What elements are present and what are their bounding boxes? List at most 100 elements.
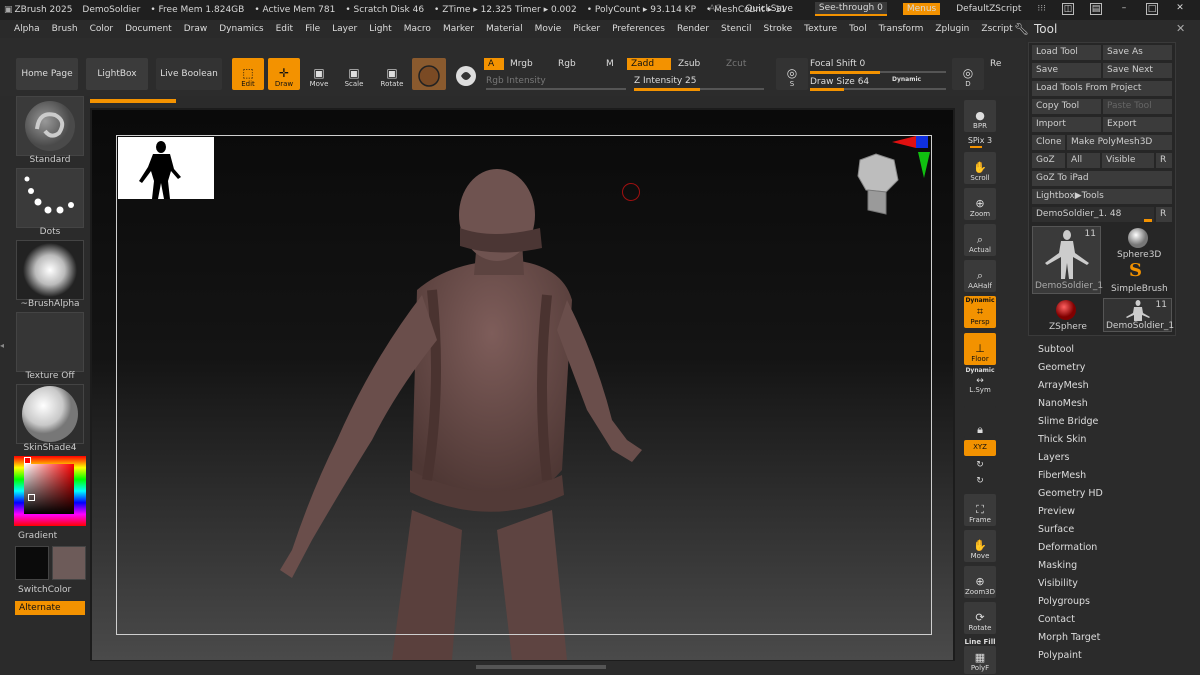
tool-thumb-zsphere[interactable]: ZSphere: [1032, 298, 1101, 332]
goz-all-button[interactable]: All: [1067, 153, 1100, 168]
zsub-toggle[interactable]: Zsub: [678, 59, 700, 69]
subpalette-geometry[interactable]: Geometry: [1038, 362, 1085, 373]
menu-stencil[interactable]: Stencil: [721, 24, 751, 34]
rgb-intensity-slider[interactable]: Rgb Intensity: [486, 76, 546, 86]
subpalette-layers[interactable]: Layers: [1038, 452, 1069, 463]
frame-button[interactable]: ⛶ Frame: [964, 494, 996, 526]
menus-toggle[interactable]: Menus: [902, 3, 941, 15]
alpha-thumbnail[interactable]: [16, 240, 84, 300]
d-button[interactable]: ◎ D: [952, 58, 984, 90]
copy-tool-button[interactable]: Copy Tool: [1032, 99, 1101, 114]
floor-button[interactable]: ⊥ Floor: [964, 333, 996, 365]
sculptris-s-button[interactable]: ◎ S: [776, 58, 808, 90]
bottom-scroll-handle[interactable]: [476, 665, 606, 669]
menu-dynamics[interactable]: Dynamics: [219, 24, 263, 34]
zoom-button[interactable]: ⊕ Zoom: [964, 188, 996, 220]
move-mode-button[interactable]: ▣ Move: [303, 58, 335, 90]
menu-document[interactable]: Document: [125, 24, 172, 34]
load-tool-button[interactable]: Load Tool: [1032, 45, 1101, 60]
texture-thumbnail[interactable]: [16, 312, 84, 372]
subpalette-polygroups[interactable]: Polygroups: [1038, 596, 1090, 607]
subpalette-morph-target[interactable]: Morph Target: [1038, 632, 1100, 643]
subpalette-masking[interactable]: Masking: [1038, 560, 1077, 571]
scale-mode-button[interactable]: ▣ Scale: [338, 58, 370, 90]
color-picker[interactable]: [14, 456, 86, 526]
save-next-button[interactable]: Save Next: [1103, 63, 1172, 78]
tool-thumb-simplebrush[interactable]: S SimpleBrush: [1103, 260, 1172, 294]
menu-zplugin[interactable]: Zplugin: [935, 24, 969, 34]
subpalette-surface[interactable]: Surface: [1038, 524, 1074, 535]
window-layout-icon[interactable]: ▤: [1090, 3, 1102, 15]
zoom3d-button[interactable]: ⊕ Zoom3D: [964, 566, 996, 598]
menu-light[interactable]: Light: [369, 24, 391, 34]
primary-color-swatch[interactable]: [15, 546, 49, 580]
window-restore-icon[interactable]: ◫: [1062, 3, 1074, 15]
z-intensity-slider[interactable]: Z Intensity 25: [634, 76, 697, 86]
lsym-button[interactable]: ↔ L.Sym: [960, 376, 1000, 394]
ac-label[interactable]: AC: [709, 4, 721, 14]
aahalf-button[interactable]: ⌕ AAHalf: [964, 260, 996, 292]
subpalette-arraymesh[interactable]: ArrayMesh: [1038, 380, 1089, 391]
menu-macro[interactable]: Macro: [404, 24, 431, 34]
menu-stroke[interactable]: Stroke: [763, 24, 792, 34]
goz-visible-button[interactable]: Visible: [1102, 153, 1154, 168]
subpalette-polypaint[interactable]: Polypaint: [1038, 650, 1082, 661]
rotate-view-button[interactable]: ⟳ Rotate: [964, 602, 996, 634]
subpalette-geometry-hd[interactable]: Geometry HD: [1038, 488, 1103, 499]
menu-color[interactable]: Color: [90, 24, 114, 34]
brush-thumbnail[interactable]: [16, 96, 84, 156]
edit-mode-button[interactable]: ⬚ Edit: [232, 58, 264, 90]
current-tool-slider[interactable]: DemoSoldier_1. 48: [1032, 207, 1154, 222]
menu-tool[interactable]: Tool: [849, 24, 866, 34]
xyz-button[interactable]: XYZ: [964, 440, 996, 456]
menu-brush[interactable]: Brush: [52, 24, 78, 34]
menu-render[interactable]: Render: [677, 24, 709, 34]
rotate-z-icon[interactable]: ↻: [960, 476, 1000, 486]
live-boolean-button[interactable]: Live Boolean: [156, 58, 222, 90]
layout-grip-icon[interactable]: ⁝⁝⁝: [1037, 4, 1046, 14]
menu-marker[interactable]: Marker: [443, 24, 474, 34]
subpalette-nanomesh[interactable]: NanoMesh: [1038, 398, 1088, 409]
palette-close-icon[interactable]: ✕: [1176, 22, 1185, 35]
paste-tool-button[interactable]: Paste Tool: [1103, 99, 1172, 114]
menu-draw[interactable]: Draw: [184, 24, 208, 34]
menu-layer[interactable]: Layer: [332, 24, 357, 34]
re-button[interactable]: Re: [990, 59, 1001, 69]
save-as-button[interactable]: Save As: [1103, 45, 1172, 60]
tool-palette-title[interactable]: Tool: [1034, 22, 1057, 36]
minimize-icon[interactable]: –: [1118, 3, 1130, 15]
a-toggle[interactable]: A: [484, 58, 504, 70]
default-zscript-button[interactable]: DefaultZScript: [956, 4, 1021, 14]
rotate-mode-button[interactable]: ▣ Rotate: [376, 58, 408, 90]
subpalette-subtool[interactable]: Subtool: [1038, 344, 1074, 355]
move-view-button[interactable]: ✋ Move: [964, 530, 996, 562]
subpalette-visibility[interactable]: Visibility: [1038, 578, 1078, 589]
bpr-button[interactable]: ● BPR: [964, 100, 996, 132]
current-tool-r-button[interactable]: R: [1156, 207, 1172, 222]
actual-button[interactable]: ⌕ Actual: [964, 224, 996, 256]
menu-material[interactable]: Material: [486, 24, 523, 34]
menu-texture[interactable]: Texture: [804, 24, 837, 34]
subpalette-deformation[interactable]: Deformation: [1038, 542, 1097, 553]
focal-shift-slider[interactable]: Focal Shift 0: [810, 59, 865, 69]
goz-to-ipad-button[interactable]: GoZ To iPad: [1032, 171, 1172, 186]
gradient-label[interactable]: Gradient: [18, 531, 86, 541]
subpalette-slime-bridge[interactable]: Slime Bridge: [1038, 416, 1098, 427]
color-square[interactable]: [24, 464, 74, 514]
make-polymesh3d-button[interactable]: Make PolyMesh3D: [1067, 135, 1172, 150]
switchcolor-button[interactable]: SwitchColor: [18, 585, 86, 595]
quicksave-button[interactable]: QuickSave: [745, 4, 793, 14]
subpalette-fibermesh[interactable]: FiberMesh: [1038, 470, 1086, 481]
subpalette-thick-skin[interactable]: Thick Skin: [1038, 434, 1086, 445]
dynamic-label[interactable]: Dynamic: [892, 76, 921, 83]
alternate-toggle[interactable]: Alternate: [15, 601, 85, 615]
lock-button[interactable]: 🔒︎: [964, 406, 996, 438]
scroll-button[interactable]: ✋ Scroll: [964, 152, 996, 184]
subpalette-contact[interactable]: Contact: [1038, 614, 1075, 625]
maximize-icon[interactable]: □: [1146, 3, 1158, 15]
menu-edit[interactable]: Edit: [276, 24, 293, 34]
menu-picker[interactable]: Picker: [573, 24, 600, 34]
clone-button[interactable]: Clone: [1032, 135, 1065, 150]
lightbox-tools-button[interactable]: Lightbox▶Tools: [1032, 189, 1172, 204]
tray-collapse-handle[interactable]: ◂: [0, 316, 10, 376]
